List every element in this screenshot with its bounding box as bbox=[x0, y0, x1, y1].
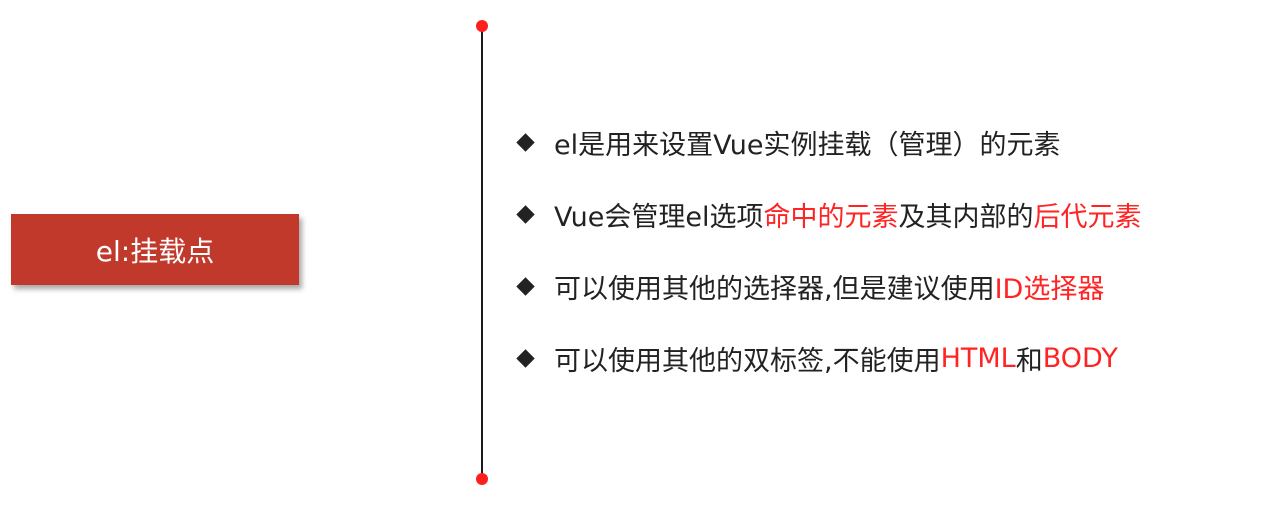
vertical-divider bbox=[481, 28, 483, 479]
bullet-text: 和 bbox=[1015, 345, 1043, 377]
bullet-text: 及其内部的 bbox=[898, 201, 1034, 233]
bullet-highlight-text: HTML bbox=[940, 342, 1016, 374]
bullet-item: el是用来设置Vue实例挂载（管理）的元素 bbox=[515, 118, 1275, 166]
bullet-item: 可以使用其他的双标签,不能使用 HTML 和 BODY bbox=[515, 334, 1275, 382]
bullet-highlight-text: 后代元素 bbox=[1033, 201, 1142, 233]
diamond-bullet-icon bbox=[516, 204, 535, 224]
diamond-bullet-icon bbox=[516, 132, 535, 152]
divider-top-dot bbox=[476, 20, 488, 32]
bullet-list: el是用来设置Vue实例挂载（管理）的元素 Vue会管理el选项 命中的元素 及其内… bbox=[515, 118, 1275, 382]
slide-title: el:挂载点 bbox=[95, 234, 215, 268]
bullet-text: 可以使用其他的选择器,但是建议使用 bbox=[554, 273, 995, 305]
divider-bottom-dot bbox=[476, 473, 488, 485]
bullet-highlight-text: BODY bbox=[1042, 342, 1118, 374]
slide-title-box: el:挂载点 bbox=[11, 214, 299, 285]
bullet-item: 可以使用其他的选择器,但是建议使用 ID选择器 bbox=[515, 262, 1275, 310]
bullet-text: el是用来设置Vue实例挂载（管理）的元素 bbox=[554, 129, 1061, 161]
diamond-bullet-icon bbox=[516, 348, 535, 368]
bullet-text: Vue会管理el选项 bbox=[554, 201, 764, 233]
diamond-bullet-icon bbox=[516, 276, 535, 296]
bullet-text: 可以使用其他的双标签,不能使用 bbox=[554, 345, 941, 377]
bullet-highlight-text: ID选择器 bbox=[994, 273, 1105, 305]
bullet-item: Vue会管理el选项 命中的元素 及其内部的 后代元素 bbox=[515, 190, 1275, 238]
bullet-highlight-text: 命中的元素 bbox=[763, 201, 899, 233]
